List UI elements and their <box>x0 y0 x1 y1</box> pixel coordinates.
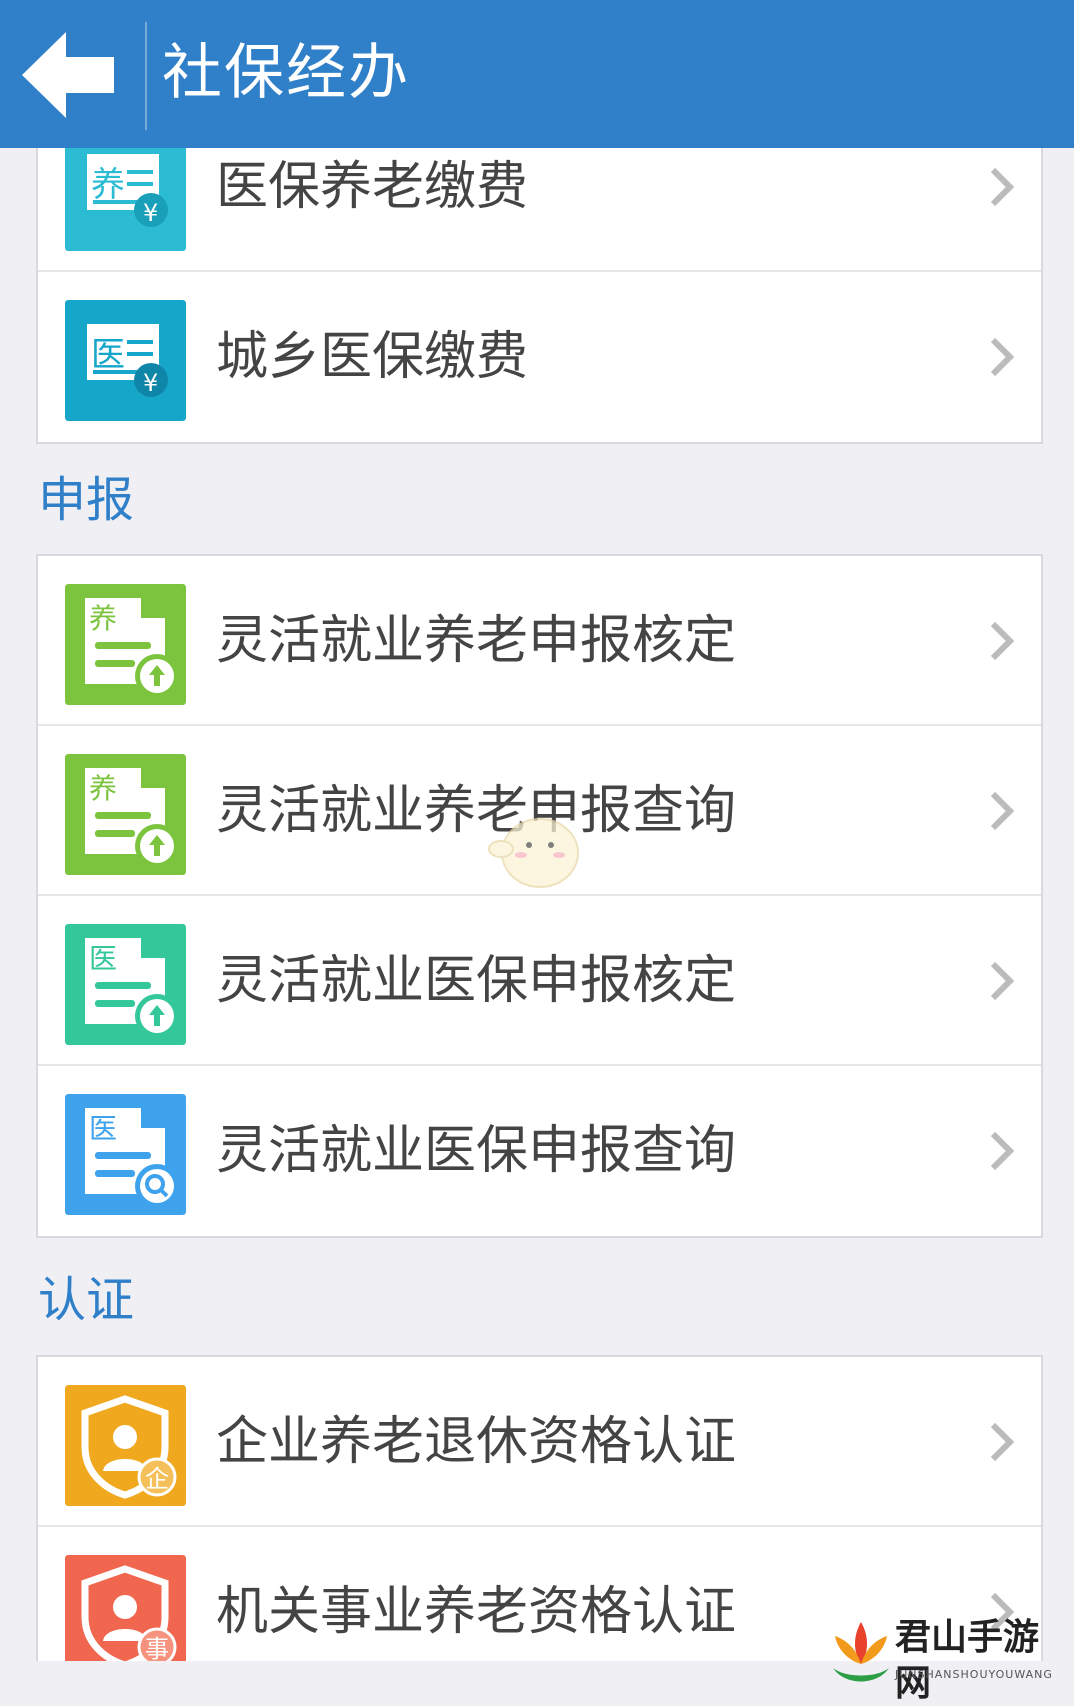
icon-char: 养 <box>89 602 117 635</box>
icon-char: 医 <box>89 1112 117 1145</box>
mascot-watermark-icon <box>488 818 579 888</box>
watermark-name: 君山手游网 <box>895 1616 1040 1704</box>
item-label: 灵活就业医保申报核定 <box>216 951 737 1011</box>
item-label: 灵活就业养老申报核定 <box>216 611 737 671</box>
institution-shield-icon: 事 <box>65 1555 186 1661</box>
icon-char: 养 <box>89 772 117 805</box>
item-label: 企业养老退休资格认证 <box>216 1412 737 1472</box>
app-header: 社保经办 <box>0 0 1074 148</box>
item-label: 灵活就业养老申报查询 <box>216 781 737 841</box>
medical-search-icon: 医 <box>65 1094 186 1215</box>
icon-char: 医 <box>89 942 117 975</box>
medical-payment-icon: 医 ¥ <box>65 300 186 421</box>
payment-list: 养 ¥ 医保养老缴费 医 ¥ 城乡医保缴费 <box>36 100 1043 444</box>
svg-text:¥: ¥ <box>143 369 158 397</box>
chevron-right-icon <box>990 167 1015 207</box>
svg-text:¥: ¥ <box>143 199 158 227</box>
lotus-logo-icon <box>833 1622 889 1682</box>
list-item-enterprise-certify[interactable]: 企 企业养老退休资格认证 <box>38 1357 1041 1527</box>
list-item-medical-declare-query[interactable]: 医 灵活就业医保申报查询 <box>38 1066 1041 1236</box>
chevron-right-icon <box>990 1131 1015 1171</box>
icon-char: 事 <box>145 1635 169 1661</box>
list-item-medical-declare-verify[interactable]: 医 灵活就业医保申报核定 <box>38 896 1041 1066</box>
header-divider <box>145 22 147 130</box>
pension-payment-icon: 养 ¥ <box>65 130 186 251</box>
back-arrow-icon <box>22 32 114 118</box>
item-label: 灵活就业医保申报查询 <box>216 1121 737 1181</box>
section-title-certify: 认证 <box>38 1272 135 1328</box>
enterprise-shield-icon: 企 <box>65 1385 186 1506</box>
chevron-right-icon <box>990 961 1015 1001</box>
icon-char: 养 <box>91 165 125 205</box>
chevron-right-icon <box>990 791 1015 831</box>
icon-char: 医 <box>91 335 125 375</box>
watermark-sub: JUNSHANSHOUYOUWANG <box>895 1668 1053 1681</box>
medical-upload-icon: 医 <box>65 924 186 1045</box>
item-label: 城乡医保缴费 <box>216 327 529 387</box>
list-item-pension-declare-verify[interactable]: 养 灵活就业养老申报核定 <box>38 556 1041 726</box>
item-label: 机关事业养老资格认证 <box>216 1582 737 1642</box>
section-title-declare: 申报 <box>38 472 135 528</box>
list-item-medical-payment[interactable]: 医 ¥ 城乡医保缴费 <box>38 272 1041 442</box>
declare-list: 养 灵活就业养老申报核定 养 灵活就业养老申报查询 医 灵活就业医保申报核定 医… <box>36 554 1043 1238</box>
site-watermark: 君山手游网 JUNSHANSHOUYOUWANG <box>825 1612 1070 1704</box>
chevron-right-icon <box>990 1422 1015 1462</box>
chevron-right-icon <box>990 621 1015 661</box>
pension-upload-icon: 养 <box>65 754 186 875</box>
pension-upload-icon: 养 <box>65 584 186 705</box>
back-button[interactable] <box>22 32 122 118</box>
icon-char: 企 <box>145 1465 169 1493</box>
chevron-right-icon <box>990 337 1015 377</box>
page-title: 社保经办 <box>162 38 410 108</box>
